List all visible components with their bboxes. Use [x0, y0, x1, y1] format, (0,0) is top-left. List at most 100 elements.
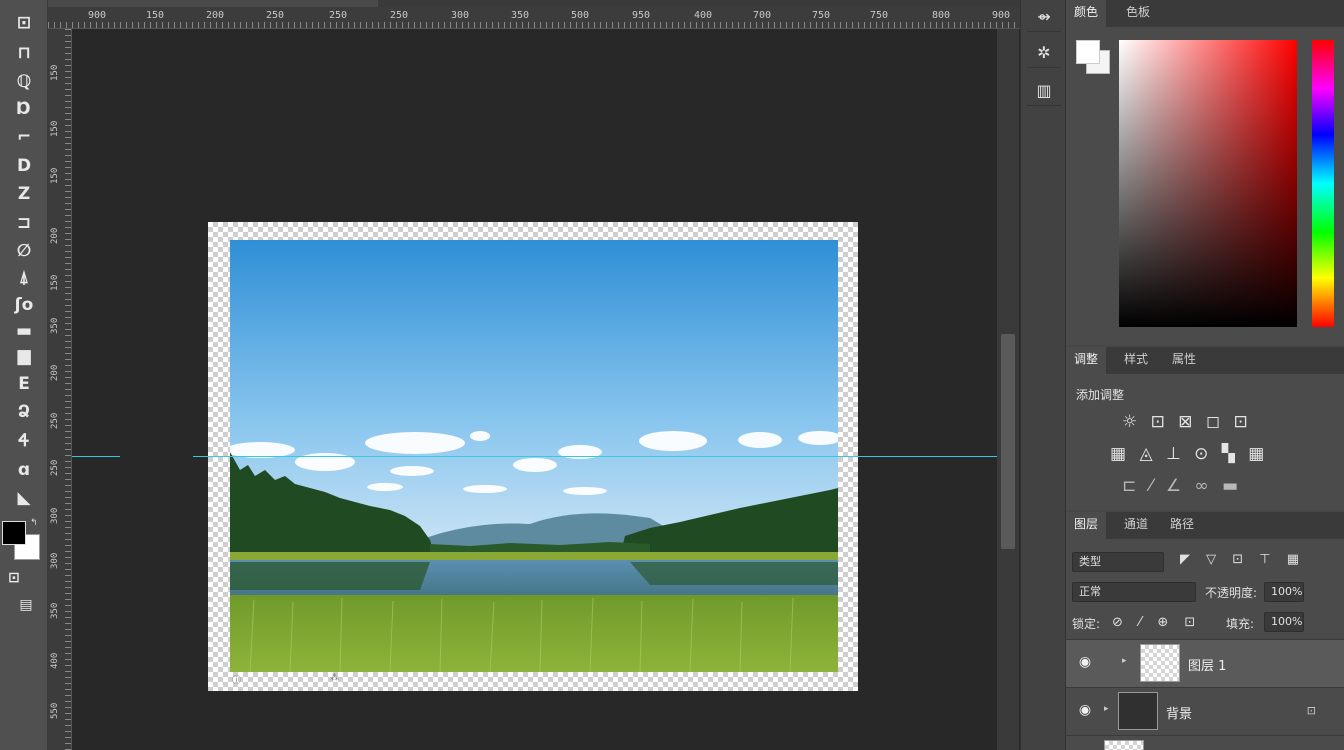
opacity-input[interactable]: 100%: [1264, 582, 1304, 602]
eraser-tool[interactable]: ʃo: [8, 294, 40, 316]
tab-layers[interactable]: 图层: [1066, 512, 1107, 539]
adjustments-panel: 添加调整 ☼ ⊡ ⊠ ◻ ⊡ ▦ ◬ ⊥ ⊙ ▚ ▦ ⊏ ⁄ ∠ ∞ ▬: [1066, 374, 1344, 510]
tab-adjustments[interactable]: 调整: [1066, 347, 1107, 374]
tab-channels[interactable]: 通道: [1116, 512, 1156, 539]
color-panel: [1066, 27, 1344, 345]
lock-label: 锁定:: [1072, 617, 1101, 631]
history-icon[interactable]: ⇴: [1027, 2, 1061, 32]
scrollbar-thumb[interactable]: [1001, 334, 1015, 549]
foreground-color-chip[interactable]: [1076, 40, 1100, 64]
right-panels: 颜色 色板 调整 样式 属性 添加调整 ☼ ⊡ ⊠ ◻ ⊡ ▦ ◬ ⊥ ⊙ ▚ …: [1066, 0, 1344, 750]
brush-tool[interactable]: ⊐: [8, 212, 40, 234]
ruler-label: 550: [50, 702, 60, 719]
quick-select-tool[interactable]: Ɒ: [8, 98, 40, 120]
adjustment-icons-row[interactable]: ☼ ⊡ ⊠ ◻ ⊡: [1122, 412, 1252, 432]
ruler-label: 150: [146, 10, 165, 21]
layer-row[interactable]: [1066, 735, 1344, 750]
ruler-label: 150: [50, 64, 60, 81]
layer-filter-icons[interactable]: ◤ ▽ ⊡ ⊤ ▦: [1180, 552, 1305, 567]
move-tool[interactable]: ⊡: [8, 12, 40, 34]
lock-icon: ⊡: [1306, 704, 1316, 717]
ruler-label: 350: [50, 602, 60, 619]
layer-name[interactable]: 图层 1: [1188, 655, 1226, 674]
screen-mode-icon[interactable]: ▤: [12, 594, 40, 616]
expand-icon: ▸: [1104, 704, 1109, 714]
layer-thumbnail: [1104, 740, 1144, 750]
tab-color[interactable]: 颜色: [1066, 0, 1107, 27]
lock-icons[interactable]: ⊘ ⁄ ⊕ ⊡: [1112, 615, 1201, 630]
ruler-label: 250: [390, 10, 409, 21]
healing-tool[interactable]: Z: [8, 183, 40, 205]
guide-line[interactable]: [72, 456, 120, 457]
ruler-label: 750: [812, 10, 831, 21]
ruler-label: 250: [266, 10, 285, 21]
hue-slider[interactable]: [1312, 40, 1334, 327]
ruler-label: 400: [694, 10, 713, 21]
layer-row[interactable]: ◉ ▸ 图层 1: [1066, 639, 1344, 687]
pen-tool[interactable]: Ձ: [8, 401, 40, 423]
tools-panel: ⊡ ⊓ ℚ Ɒ ⌐ D Z ⊐ ∅ ⍋ ʃo ▬ ▆ E Ձ Ꮞ ɑ ◣ ↰ ⊡…: [0, 0, 48, 750]
photoshop-window: ⊡ ⊓ ℚ Ɒ ⌐ D Z ⊐ ∅ ⍋ ʃo ▬ ▆ E Ձ Ꮞ ɑ ◣ ↰ ⊡…: [0, 0, 1344, 750]
vertical-ruler[interactable]: 150 150 150 200 150 350 200 250 250 300 …: [48, 29, 72, 750]
document-caption: ⁂: [330, 673, 339, 683]
tab-swatches[interactable]: 色板: [1118, 0, 1158, 27]
lake-reflection-right: [630, 562, 838, 585]
quick-mask-icon[interactable]: ⊡: [2, 567, 26, 589]
link-icon: ▸: [1122, 656, 1127, 666]
fill-label: 填充:: [1226, 617, 1255, 631]
blur-tool[interactable]: ▆: [8, 345, 40, 367]
properties-icon[interactable]: ▥: [1027, 76, 1061, 106]
ruler-label: 350: [50, 317, 60, 334]
options-bar: [48, 0, 1020, 7]
layer-filter-select[interactable]: 类型: [1072, 552, 1164, 572]
actions-icon[interactable]: ✲: [1027, 38, 1061, 68]
ruler-label: 150: [50, 120, 60, 137]
eyedropper-tool[interactable]: D: [8, 155, 40, 177]
dodge-tool[interactable]: E: [8, 373, 40, 395]
tab-properties[interactable]: 属性: [1164, 347, 1204, 374]
shape-tool[interactable]: ◣: [8, 487, 40, 509]
layer-thumbnail: [1118, 692, 1158, 730]
visibility-eye-icon[interactable]: ◉: [1076, 654, 1094, 672]
stamp-tool[interactable]: ∅: [8, 240, 40, 262]
lasso-tool[interactable]: ℚ: [8, 71, 40, 93]
adjustment-icons-row[interactable]: ⊏ ⁄ ∠ ∞ ▬: [1122, 476, 1242, 496]
visibility-eye-icon[interactable]: ◉: [1076, 702, 1094, 720]
tab-paths[interactable]: 路径: [1162, 512, 1202, 539]
ruler-label: 300: [50, 552, 60, 569]
canvas-scrollbar[interactable]: [997, 29, 1019, 750]
panel-dock: ⇴ ✲ ▥: [1020, 0, 1066, 750]
layers-panel-tabs: 图层 通道 路径: [1066, 512, 1344, 539]
layer-name[interactable]: 背景: [1166, 703, 1192, 722]
ruler-label: 500: [571, 10, 590, 21]
blend-mode-select[interactable]: 正常: [1072, 582, 1196, 602]
crop-tool[interactable]: ⌐: [8, 126, 40, 148]
ruler-label: 250: [50, 412, 60, 429]
tab-styles[interactable]: 样式: [1116, 347, 1156, 374]
adjustment-icons-row[interactable]: ▦ ◬ ⊥ ⊙ ▚ ▦: [1110, 444, 1268, 464]
saturation-brightness-field[interactable]: [1119, 40, 1297, 327]
layer-thumbnail: [1140, 644, 1180, 682]
horizontal-ruler[interactable]: 900 150 200 250 250 250 300 350 500 950 …: [48, 7, 1020, 29]
color-panel-tabs: 颜色 色板: [1066, 0, 1344, 27]
path-select-tool[interactable]: ɑ: [8, 459, 40, 481]
shore: [230, 552, 838, 560]
ruler-label: 900: [88, 10, 107, 21]
ruler-label: 350: [511, 10, 530, 21]
ruler-label: 900: [992, 10, 1011, 21]
ruler-label: 300: [451, 10, 470, 21]
swap-colors-icon[interactable]: ↰: [30, 518, 38, 528]
opacity-label: 不透明度:: [1205, 586, 1258, 600]
reeds: [230, 595, 838, 672]
marquee-tool[interactable]: ⊓: [8, 42, 40, 64]
ruler-label: 250: [50, 459, 60, 476]
foreground-color-swatch[interactable]: [2, 521, 26, 545]
fill-input[interactable]: 100%: [1264, 612, 1304, 632]
type-tool[interactable]: Ꮞ: [8, 430, 40, 452]
layers-panel: 类型 ◤ ▽ ⊡ ⊤ ▦ 正常 不透明度: 100% 锁定: ⊘ ⁄ ⊕ ⊡ 填…: [1066, 539, 1344, 750]
history-brush-tool[interactable]: ⍋: [8, 267, 40, 289]
layer-row[interactable]: ◉ ▸ 背景 ⊡: [1066, 687, 1344, 735]
guide-line[interactable]: [193, 456, 997, 457]
ruler-ticks: [65, 29, 71, 750]
gradient-tool[interactable]: ▬: [8, 320, 40, 342]
